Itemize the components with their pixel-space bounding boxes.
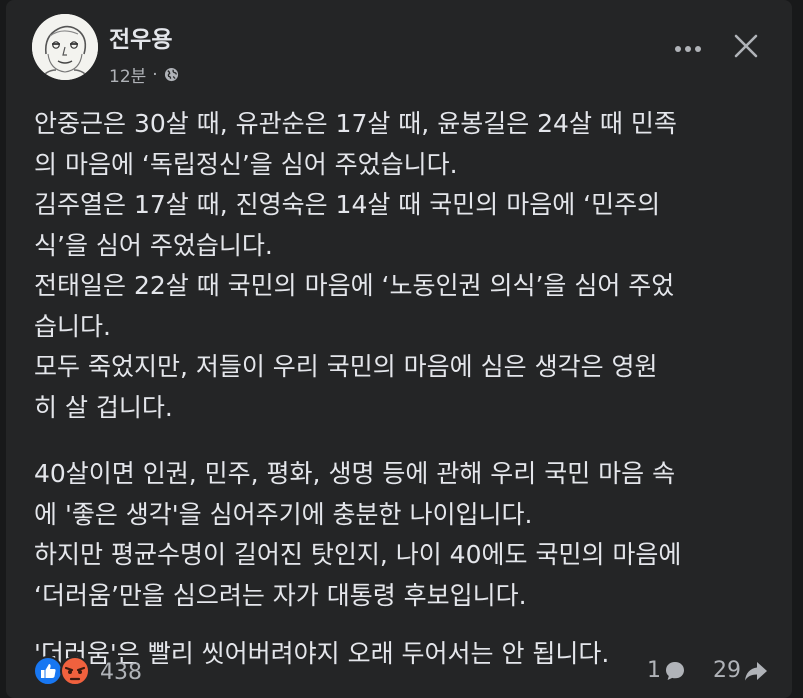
share-count: 29 xyxy=(713,658,741,683)
close-button[interactable] xyxy=(728,28,764,64)
post-line: 에 '좋은 생각'을 심어주기에 충분한 나이입니다. xyxy=(34,499,533,529)
reaction-count[interactable]: 438 xyxy=(100,660,142,685)
post-line: 안중근은 30살 때, 유관순은 17살 때, 윤봉길은 24살 때 민족 xyxy=(34,109,677,138)
comment-bubble-icon xyxy=(666,661,684,680)
share-arrow-icon xyxy=(745,661,767,680)
more-dots-icon xyxy=(675,46,701,52)
angry-icon xyxy=(60,656,90,686)
post-line: 하지만 평균수명이 길어진 탓인지, 나이 40에도 국민의 마음에 xyxy=(34,540,682,569)
author-name[interactable]: 전우용 xyxy=(109,20,172,54)
reactions-icon-group xyxy=(33,656,90,686)
comment-count-button[interactable]: 1 xyxy=(647,658,687,683)
avatar-sketch-icon xyxy=(32,14,98,80)
comment-count: 1 xyxy=(647,658,661,683)
post-line: 모두 죽었지만, 저들이 우리 국민의 마음에 심은 생각은 영원 xyxy=(34,352,658,381)
post-time[interactable]: 12분 xyxy=(109,62,146,87)
post-meta: 12분 · xyxy=(109,62,179,87)
post-line: 식’을 심어 주었습니다. xyxy=(34,230,273,260)
post-line: 김주열은 17살 때, 진영숙은 14살 때 국민의 마음에 ‘민주의 xyxy=(34,190,661,219)
close-icon xyxy=(734,34,758,58)
post-footer: 438 1 29 xyxy=(6,650,792,698)
globe-icon xyxy=(164,67,178,82)
post-line: 의 마음에 ‘독립정신’을 심어 주었습니다. xyxy=(34,149,458,179)
post-card: 전우용 12분 · 안중근은 30살 때, 유관순은 17살 때, 윤봉길은 2… xyxy=(6,0,792,698)
post-line: 습니다. xyxy=(34,311,111,341)
more-options-button[interactable] xyxy=(670,31,706,67)
post-line: 40살이면 인권, 민주, 평화, 생명 등에 관해 우리 국민 마음 속 xyxy=(34,459,676,488)
post-line: ‘더러움’만을 심으려는 자가 대통령 후보입니다. xyxy=(34,580,527,610)
meta-separator: · xyxy=(152,64,158,85)
post-body: 안중근은 30살 때, 유관순은 17살 때, 윤봉길은 24살 때 민족 의 … xyxy=(34,104,774,675)
post-line: 전태일은 22살 때 국민의 마음에 ‘노동인권 의식’을 심어 주었 xyxy=(34,271,675,300)
avatar[interactable] xyxy=(32,14,98,80)
share-count-button[interactable]: 29 xyxy=(713,658,769,683)
post-line: 히 살 겁니다. xyxy=(34,392,173,422)
reaction-icons[interactable] xyxy=(33,655,93,687)
like-icon xyxy=(33,656,63,686)
